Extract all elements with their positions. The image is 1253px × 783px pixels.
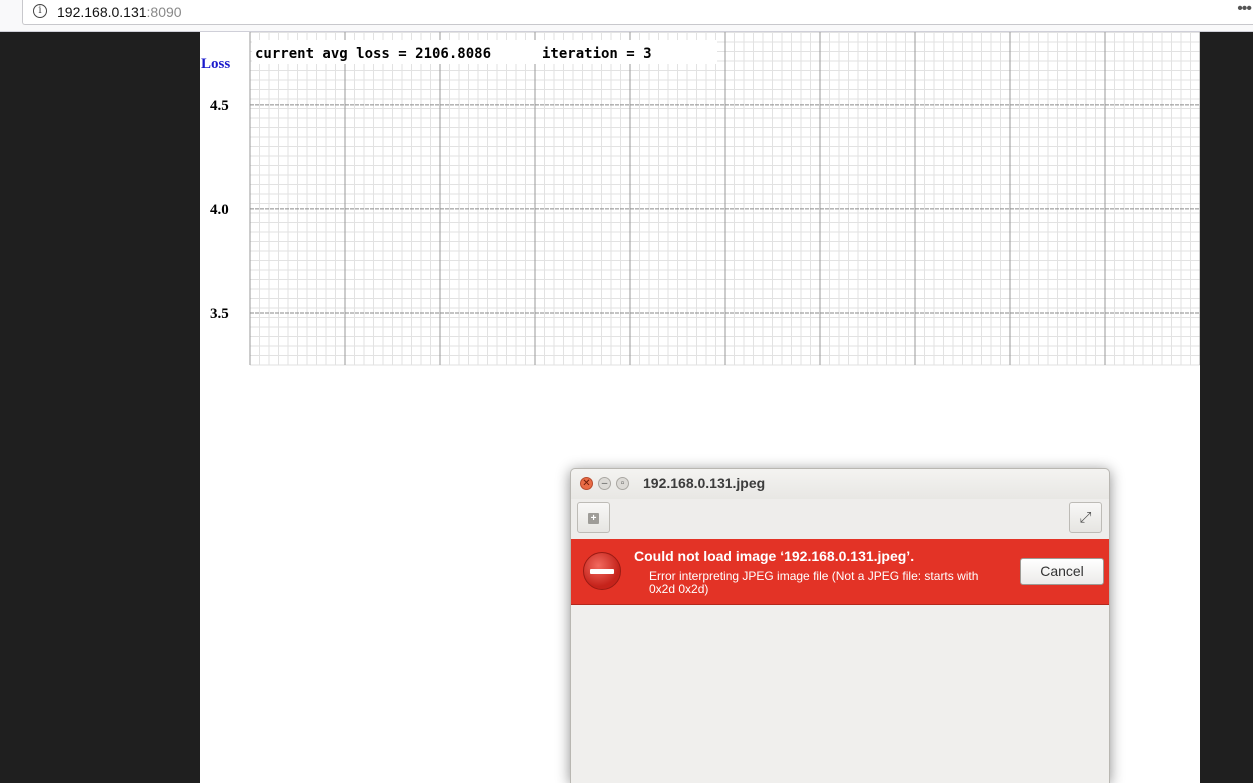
error-title: Could not load image ‘192.168.0.131.jpeg…	[634, 548, 915, 564]
address-field[interactable]: i 192.168.0.131:8090 •••	[22, 0, 1253, 25]
url-text[interactable]: 192.168.0.131:8090	[57, 4, 182, 20]
more-actions-icon[interactable]: •••	[1237, 0, 1252, 18]
image-viewer-window: ✕ – ▫ 192.168.0.131.jpeg + ⤢ Could not l…	[570, 468, 1110, 783]
add-button[interactable]: +	[577, 502, 610, 533]
y-tick-label: 4.0	[210, 202, 229, 218]
error-icon	[583, 552, 621, 590]
iteration-text: iteration = 3	[542, 46, 652, 62]
fullscreen-icon: ⤢	[1079, 509, 1092, 526]
error-detail: Error interpreting JPEG image file (Not …	[649, 569, 979, 596]
fullscreen-button[interactable]: ⤢	[1069, 502, 1102, 533]
window-titlebar[interactable]: ✕ – ▫ 192.168.0.131.jpeg	[571, 469, 1109, 499]
loss-chart: Loss 4.5 4.0 3.5 current avg loss = 2106.8…	[201, 32, 1200, 366]
url-port: :8090	[146, 4, 182, 20]
y-tick-labels: 4.5 4.0 3.5	[210, 98, 229, 322]
url-host: 192.168.0.131	[57, 4, 147, 20]
viewer-toolbar: + ⤢	[571, 499, 1109, 540]
cancel-button[interactable]: Cancel	[1020, 558, 1104, 585]
window-title: 192.168.0.131.jpeg	[643, 475, 766, 491]
add-icon: +	[588, 513, 599, 525]
y-tick-label: 3.5	[210, 306, 229, 322]
maximize-window-button[interactable]: ▫	[616, 477, 629, 490]
y-tick-label: 4.5	[210, 98, 229, 114]
browser-url-bar: i 192.168.0.131:8090 •••	[0, 0, 1253, 32]
info-icon[interactable]: i	[33, 4, 47, 18]
current-loss-text: current avg loss = 2106.8086	[255, 46, 491, 62]
close-window-button[interactable]: ✕	[580, 477, 593, 490]
minimize-window-button[interactable]: –	[598, 477, 611, 490]
error-infobar: Could not load image ‘192.168.0.131.jpeg…	[571, 539, 1109, 605]
y-axis-title: Loss	[201, 56, 230, 72]
